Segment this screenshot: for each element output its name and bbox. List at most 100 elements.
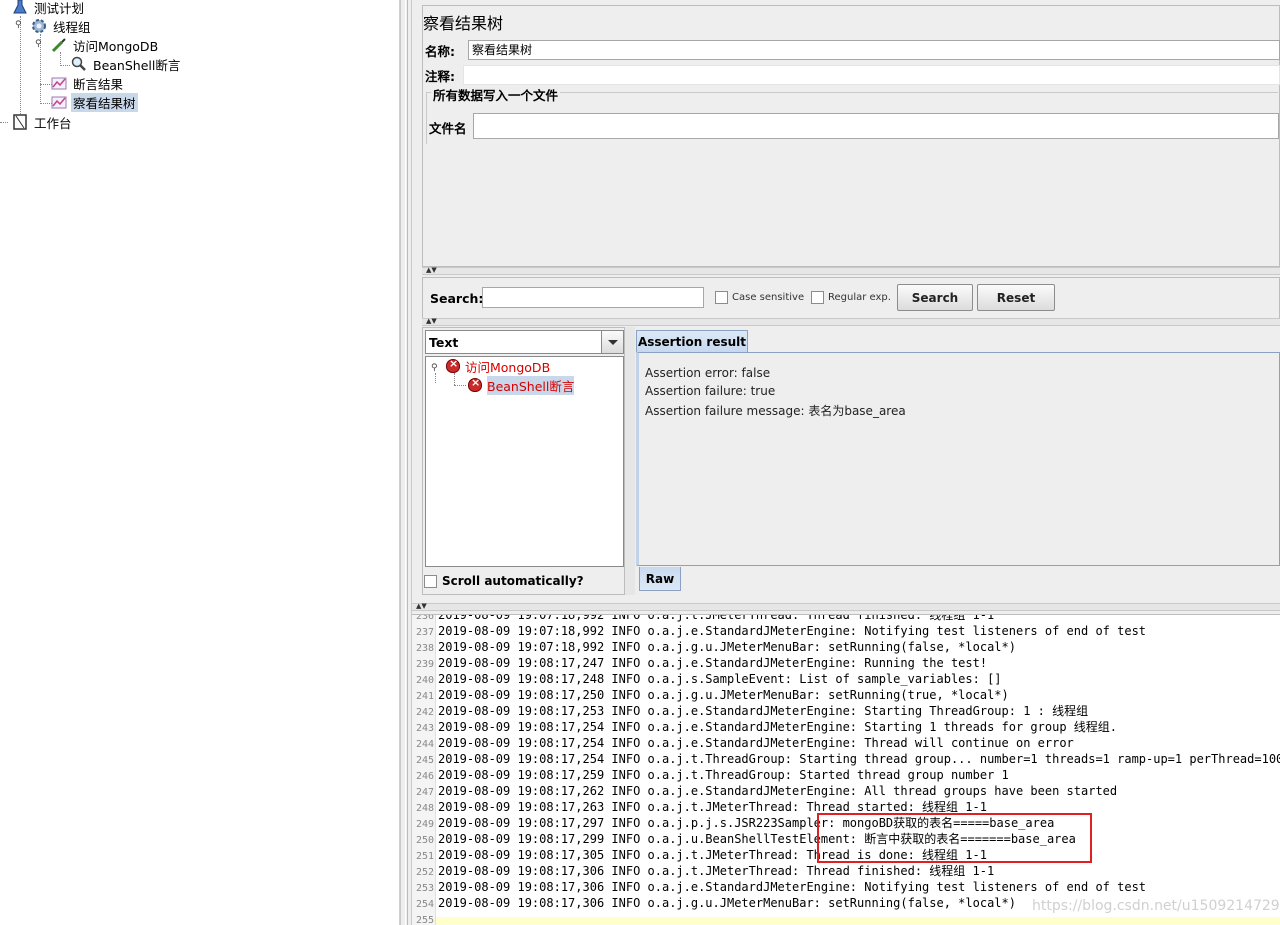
scroll-auto-label: Scroll automatically? xyxy=(442,574,584,588)
splitter-arrows-icon[interactable]: ▲▼ xyxy=(426,266,437,274)
log-line: 242 2019-08-09 19:08:17,253 INFO o.a.j.e.… xyxy=(412,703,1088,719)
tree-item-test-plan[interactable]: 测试计划 xyxy=(12,0,86,16)
workbench-icon xyxy=(12,114,28,130)
current-line-highlight xyxy=(436,917,1280,925)
log-line: 243 2019-08-09 19:08:17,254 INFO o.a.j.e.… xyxy=(412,719,1117,735)
comment-field[interactable] xyxy=(463,65,1280,85)
log-line-text: 2019-08-09 19:08:17,254 INFO o.a.j.e.Sta… xyxy=(438,720,1117,734)
log-viewer[interactable]: 236 2019-08-09 19:07:18,992 INFO o.a.j.t.… xyxy=(412,614,1280,925)
listener-chart-icon xyxy=(51,75,67,91)
log-line: 255 xyxy=(412,911,438,925)
scroll-automatically[interactable]: Scroll automatically? xyxy=(424,574,584,588)
scroll-auto-checkbox[interactable] xyxy=(424,574,437,588)
expand-handle-icon[interactable]: ⚲ xyxy=(35,40,44,49)
tree-item-workbench[interactable]: 工作台 xyxy=(12,113,74,131)
renderer-select[interactable]: Text xyxy=(425,330,624,354)
comment-label: 注释: xyxy=(425,68,455,84)
horizontal-splitter[interactable]: ▲▼ xyxy=(412,602,1280,611)
log-line-text: 2019-08-09 19:08:17,306 INFO o.a.j.g.u.J… xyxy=(438,896,1016,910)
log-line: 241 2019-08-09 19:08:17,250 INFO o.a.j.g.… xyxy=(412,687,1009,703)
tree-item-label: BeanShell断言 xyxy=(93,57,181,73)
error-shield-icon xyxy=(468,376,482,392)
tree-item-mongodb-sampler[interactable]: 访问MongoDB xyxy=(51,36,160,54)
error-shield-icon xyxy=(446,357,460,373)
renderer-value: Text xyxy=(429,335,459,350)
log-line: 245 2019-08-09 19:08:17,254 INFO o.a.j.t.… xyxy=(412,751,1280,767)
watermark: https://blog.csdn.net/u1509214729 xyxy=(1032,898,1280,914)
result-node-mongodb[interactable]: 访问MongoDB xyxy=(446,357,550,375)
tree-item-label: 察看结果树 xyxy=(71,92,138,112)
log-line: 254 2019-08-09 19:08:17,306 INFO o.a.j.g.… xyxy=(412,895,1016,911)
tree-item-label: 断言结果 xyxy=(73,76,124,92)
log-line-text xyxy=(436,912,438,925)
log-line-text: 2019-08-09 19:08:17,263 INFO o.a.j.t.JMe… xyxy=(438,800,987,814)
tree-connector xyxy=(20,16,21,126)
test-plan-icon xyxy=(12,0,28,15)
log-line-text: 2019-08-09 19:08:17,250 INFO o.a.j.g.u.J… xyxy=(438,688,1009,702)
tree-item-beanshell-assertion[interactable]: BeanShell断言 xyxy=(71,55,182,73)
filename-row: 文件名 xyxy=(429,117,467,137)
log-line: 253 2019-08-09 19:08:17,306 INFO o.a.j.e.… xyxy=(412,879,1146,895)
highlight-annotation-box xyxy=(817,813,1092,863)
result-node-label: BeanShell断言 xyxy=(487,375,575,395)
regex-label: Regular exp. xyxy=(828,292,891,303)
tree-item-view-results-tree[interactable]: 察看结果树 xyxy=(51,92,138,112)
tab-assertion-result[interactable]: Assertion result xyxy=(636,330,748,352)
horizontal-splitter[interactable]: ▲▼ xyxy=(422,266,1280,275)
sample-result-tree[interactable]: ⚲ 访问MongoDB BeanShell断言 xyxy=(425,356,624,567)
tree-item-label: 工作台 xyxy=(34,115,72,131)
tree-item-label: 测试计划 xyxy=(34,0,85,16)
search-bar: Search: Case sensitive Regular exp. Sear… xyxy=(422,277,1280,319)
sampler-pipette-icon xyxy=(51,37,67,53)
panel-title: 察看结果树 xyxy=(423,14,504,33)
tree-connector xyxy=(60,52,61,66)
listener-chart-icon xyxy=(51,94,67,110)
log-line-text: 2019-08-09 19:08:17,253 INFO o.a.j.e.Sta… xyxy=(438,704,1089,718)
log-line-text: 2019-08-09 19:08:17,306 INFO o.a.j.t.JMe… xyxy=(438,864,995,878)
log-line: 240 2019-08-09 19:08:17,248 INFO o.a.j.s.… xyxy=(412,671,1002,687)
regex-checkbox[interactable] xyxy=(811,291,824,304)
search-button[interactable]: Search xyxy=(897,284,973,311)
test-plan-tree[interactable]: ⚲ ⚲ 测试计划 线程组 访问MongoDB BeanShell断言 断言结果 xyxy=(0,0,400,925)
tree-connector xyxy=(60,65,70,66)
case-sensitive-checkbox[interactable] xyxy=(715,291,728,304)
log-line-number: 255 xyxy=(415,915,434,925)
tree-item-thread-group[interactable]: 线程组 xyxy=(31,17,93,35)
filename-label: 文件名 xyxy=(429,120,467,136)
assertion-magnifier-icon xyxy=(71,56,87,72)
config-section: 察看结果树 名称: 察看结果树 注释: 所有数据写入一个文件 文件名 xyxy=(422,5,1280,267)
search-input[interactable] xyxy=(482,287,704,308)
search-label: Search: xyxy=(430,291,484,306)
vertical-splitter[interactable] xyxy=(625,327,635,595)
assertion-error-line: Assertion error: false xyxy=(645,366,771,380)
log-line-text: 2019-08-09 19:07:18,992 INFO o.a.j.e.Sta… xyxy=(438,624,1147,638)
name-field[interactable]: 察看结果树 xyxy=(468,40,1280,60)
tree-connector xyxy=(454,385,466,386)
vertical-splitter[interactable] xyxy=(400,0,412,925)
log-line: 236 2019-08-09 19:07:18,992 INFO o.a.j.t.… xyxy=(412,615,994,623)
log-line-text: 2019-08-09 19:08:17,262 INFO o.a.j.e.Sta… xyxy=(438,784,1118,798)
log-line: 246 2019-08-09 19:08:17,259 INFO o.a.j.t.… xyxy=(412,767,1009,783)
filename-field[interactable] xyxy=(473,113,1279,139)
comment-row: 注释: xyxy=(425,65,455,85)
log-line-text: 2019-08-09 19:08:17,259 INFO o.a.j.t.Thr… xyxy=(438,768,1009,782)
reset-button[interactable]: Reset xyxy=(977,284,1055,311)
tab-raw[interactable]: Raw xyxy=(639,567,681,591)
assertion-message-line: Assertion failure message: 表名为base_area xyxy=(645,404,906,418)
splitter-arrows-icon[interactable]: ▲▼ xyxy=(426,317,437,325)
log-line-text: 2019-08-09 19:07:18,992 INFO o.a.j.g.u.J… xyxy=(438,640,1016,654)
tree-item-assertion-results[interactable]: 断言结果 xyxy=(51,74,125,92)
horizontal-splitter[interactable]: ▲▼ xyxy=(422,317,1280,326)
result-node-label: 访问MongoDB xyxy=(465,359,551,375)
splitter-arrows-icon[interactable]: ▲▼ xyxy=(416,602,427,610)
file-group-title: 所有数据写入一个文件 xyxy=(431,85,561,104)
log-line: 252 2019-08-09 19:08:17,306 INFO o.a.j.t.… xyxy=(412,863,994,879)
log-line: 244 2019-08-09 19:08:17,254 INFO o.a.j.e.… xyxy=(412,735,1074,751)
result-detail-pane: Assertion result Assertion error: false … xyxy=(635,327,1280,595)
chevron-down-icon[interactable] xyxy=(601,331,623,353)
expand-handle-icon[interactable]: ⚲ xyxy=(431,364,440,373)
result-node-beanshell[interactable]: BeanShell断言 xyxy=(468,375,575,395)
expand-handle-icon[interactable]: ⚲ xyxy=(15,21,24,30)
log-line-text: 2019-08-09 19:08:17,254 INFO o.a.j.e.Sta… xyxy=(438,736,1074,750)
assertion-failure-line: Assertion failure: true xyxy=(645,384,776,398)
